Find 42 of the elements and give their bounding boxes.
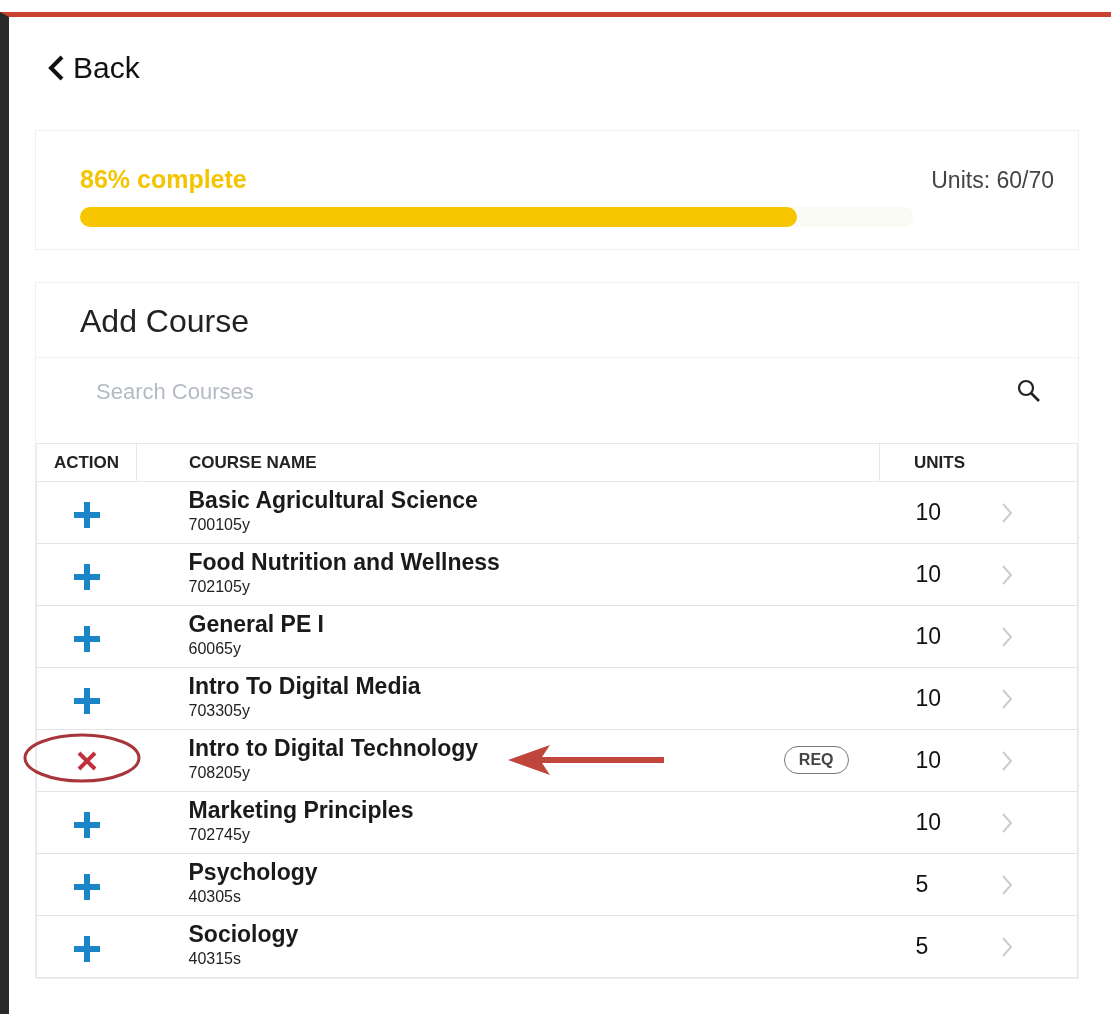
plus-icon — [71, 623, 102, 654]
progress-label: 86% complete — [80, 164, 247, 195]
course-code: 708205y — [188, 763, 251, 784]
units-cell: 10 — [879, 481, 1000, 544]
back-button[interactable]: Back — [47, 45, 140, 90]
card-title: Add Course — [79, 301, 250, 341]
search-icon — [1016, 378, 1042, 404]
course-code: 700105y — [188, 515, 251, 536]
units-cell: 10 — [879, 667, 1000, 730]
units-cell: 10 — [879, 543, 1000, 606]
plus-icon — [71, 561, 102, 592]
course-code: 60065y — [188, 639, 242, 660]
plus-icon — [71, 499, 102, 530]
search-field[interactable]: Search Courses — [36, 356, 1078, 431]
course-name: Marketing Principles — [188, 797, 414, 824]
course-name: Basic Agricultural Science — [188, 487, 478, 514]
course-name: Intro To Digital Media — [188, 673, 421, 700]
plus-icon — [71, 871, 102, 902]
units-cell: 5 — [879, 915, 1000, 978]
course-name: Psychology — [188, 859, 318, 886]
course-name: Sociology — [188, 921, 299, 948]
column-header: ACTION — [36, 443, 137, 482]
plus-icon — [71, 809, 102, 840]
course-code: 702105y — [188, 577, 251, 598]
chevron-left-icon — [47, 54, 65, 81]
plus-icon — [71, 933, 102, 964]
course-code: 703305y — [188, 701, 251, 722]
course-code: 702745y — [188, 825, 251, 846]
course-code: 40305s — [188, 887, 242, 908]
plus-icon — [71, 685, 102, 716]
units-cell: 10 — [879, 605, 1000, 668]
units-cell: 5 — [879, 853, 1000, 916]
x-icon — [75, 750, 98, 773]
course-name: Intro to Digital Technology — [188, 735, 479, 762]
column-header: UNITS — [879, 443, 1078, 482]
units-label: Units: 60/70 — [931, 165, 1054, 195]
units-cell: 10 — [879, 791, 1000, 854]
course-code: 40315s — [188, 949, 242, 970]
column-header: COURSE NAME — [136, 443, 880, 482]
course-name: Food Nutrition and Wellness — [188, 549, 500, 576]
course-name: General PE I — [188, 611, 324, 638]
units-cell: 10 — [879, 729, 1000, 792]
